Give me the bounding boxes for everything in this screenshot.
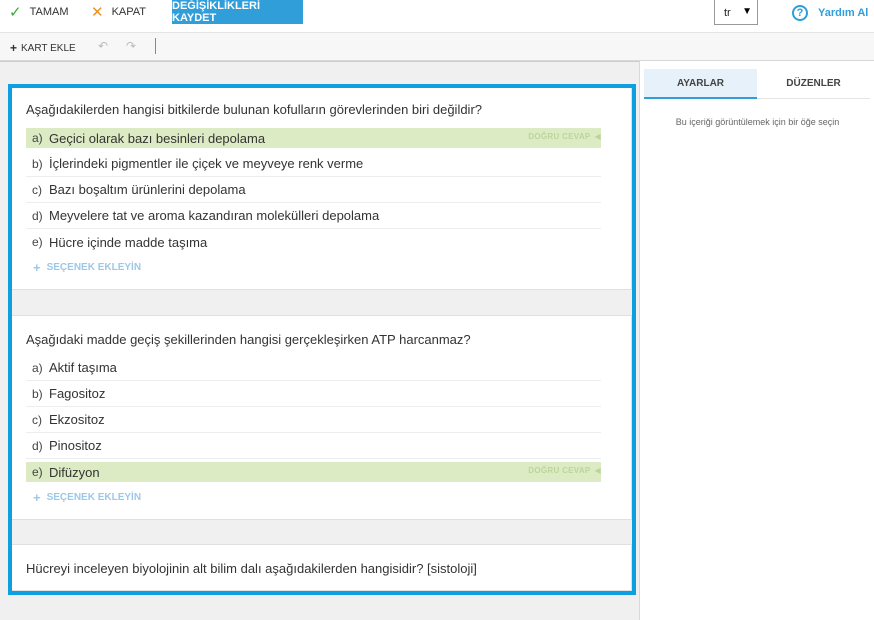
add-option-label: SEÇENEK EKLEYİN (46, 492, 142, 503)
option-letter: d) (32, 208, 43, 223)
option-text: Difüzyon (49, 464, 100, 480)
add-option-label: SEÇENEK EKLEYİN (46, 262, 142, 273)
correct-answer-tag[interactable]: DOĞRU CEVAP ◀ (528, 466, 601, 475)
option-item[interactable]: e) Hücre içinde madde taşıma (26, 229, 601, 255)
help-button[interactable]: ? Yardım Al (792, 5, 868, 21)
correct-answer-tag[interactable]: DOĞRU CEVAP ◀ (528, 132, 601, 141)
edit-toolbar: + KART EKLE ↶ ↷ (0, 33, 874, 61)
question-card[interactable]: Hücreyi inceleyen biyolojinin alt bilim … (10, 544, 632, 591)
option-letter: e) (32, 465, 43, 479)
ok-button-label: TAMAM (29, 6, 69, 18)
close-button-label: KAPAT (111, 6, 147, 18)
option-letter: a) (32, 131, 43, 145)
panel-tabs: AYARLAR DÜZENLER (644, 69, 871, 99)
add-card-button[interactable]: + KART EKLE (10, 41, 76, 55)
add-card-label: KART EKLE (21, 42, 76, 54)
option-item[interactable]: d) Meyvelere tat ve aroma kazandıran mol… (26, 203, 601, 229)
option-letter: c) (32, 412, 42, 427)
save-changes-button[interactable]: DEĞİŞİKLİKLERİ KAYDET (172, 0, 303, 24)
option-text: Aktif taşıma (49, 360, 117, 375)
editor-canvas: Aşağıdakilerden hangisi bitkilerde bulun… (0, 61, 639, 620)
option-text: Hücre içinde madde taşıma (49, 234, 208, 250)
option-letter: a) (32, 360, 43, 375)
help-label: Yardım Al (818, 7, 869, 19)
ok-button[interactable]: ✓ TAMAM (9, 0, 68, 24)
question-text[interactable]: Aşağıdaki madde geçiş şekillerinden hang… (26, 332, 471, 347)
close-icon: ✕ (91, 3, 104, 21)
tab-settings[interactable]: AYARLAR (644, 69, 757, 99)
option-item[interactable]: d) Pinositoz (26, 433, 601, 459)
option-text: Bazı boşaltım ürünlerini depolama (49, 182, 246, 197)
option-letter: b) (32, 156, 43, 171)
top-toolbar: ✓ TAMAM ✕ KAPAT DEĞİŞİKLİKLERİ KAYDET tr… (0, 0, 874, 33)
plus-icon: + (10, 41, 18, 55)
option-list: a) Geçici olarak bazı besinleri depolama… (26, 125, 601, 255)
question-text[interactable]: Hücreyi inceleyen biyolojinin alt bilim … (26, 561, 477, 576)
option-item[interactable]: e) Difüzyon DOĞRU CEVAP ◀ (26, 462, 601, 482)
question-text[interactable]: Aşağıdakilerden hangisi bitkilerde bulun… (26, 102, 482, 117)
option-text: Fagositoz (49, 386, 106, 401)
option-text: Meyvelere tat ve aroma kazandıran molekü… (49, 208, 380, 223)
close-button[interactable]: ✕ KAPAT (91, 0, 146, 24)
option-item[interactable]: a) Geçici olarak bazı besinleri depolama… (26, 128, 601, 148)
undo-icon[interactable]: ↶ (98, 39, 108, 53)
check-icon: ✓ (9, 3, 22, 21)
language-select[interactable]: tr ▼ (714, 0, 758, 25)
option-letter: e) (32, 235, 43, 249)
question-icon: ? (792, 5, 808, 21)
triangle-left-icon: ◀ (594, 466, 601, 475)
toolbar-divider (155, 38, 156, 54)
option-item[interactable]: c) Ekzositoz (26, 407, 601, 433)
properties-panel: AYARLAR DÜZENLER Bu içeriği görüntülemek… (639, 61, 874, 620)
option-letter: c) (32, 182, 42, 197)
option-item[interactable]: c) Bazı boşaltım ürünlerini depolama (26, 177, 601, 203)
option-text: Pinositoz (49, 438, 102, 453)
question-card[interactable]: Aşağıdakilerden hangisi bitkilerde bulun… (10, 87, 632, 290)
option-text: Ekzositoz (49, 412, 105, 427)
option-letter: d) (32, 438, 43, 453)
language-value: tr (724, 7, 731, 19)
redo-icon[interactable]: ↷ (126, 39, 136, 53)
option-text: Geçici olarak bazı besinleri depolama (49, 130, 266, 146)
add-option-button[interactable]: + SEÇENEK EKLEYİN (33, 260, 141, 275)
option-text: İçlerindeki pigmentler ile çiçek ve meyv… (49, 156, 364, 171)
option-letter: b) (32, 386, 43, 401)
panel-empty-message: Bu içeriği görüntülemek için bir öğe seç… (675, 117, 840, 127)
option-item[interactable]: b) İçlerindeki pigmentler ile çiçek ve m… (26, 151, 601, 177)
dropdown-arrow-icon: ▼ (742, 6, 752, 17)
add-option-button[interactable]: + SEÇENEK EKLEYİN (33, 490, 141, 505)
plus-icon: + (33, 490, 41, 505)
question-card[interactable]: Aşağıdaki madde geçiş şekillerinden hang… (10, 315, 632, 520)
triangle-left-icon: ◀ (594, 132, 601, 141)
option-list: a) Aktif taşıma b) Fagositoz c) Ekzosito… (26, 355, 601, 485)
plus-icon: + (33, 260, 41, 275)
option-item[interactable]: b) Fagositoz (26, 381, 601, 407)
option-item[interactable]: a) Aktif taşıma (26, 355, 601, 381)
tab-layouts[interactable]: DÜZENLER (757, 69, 870, 99)
